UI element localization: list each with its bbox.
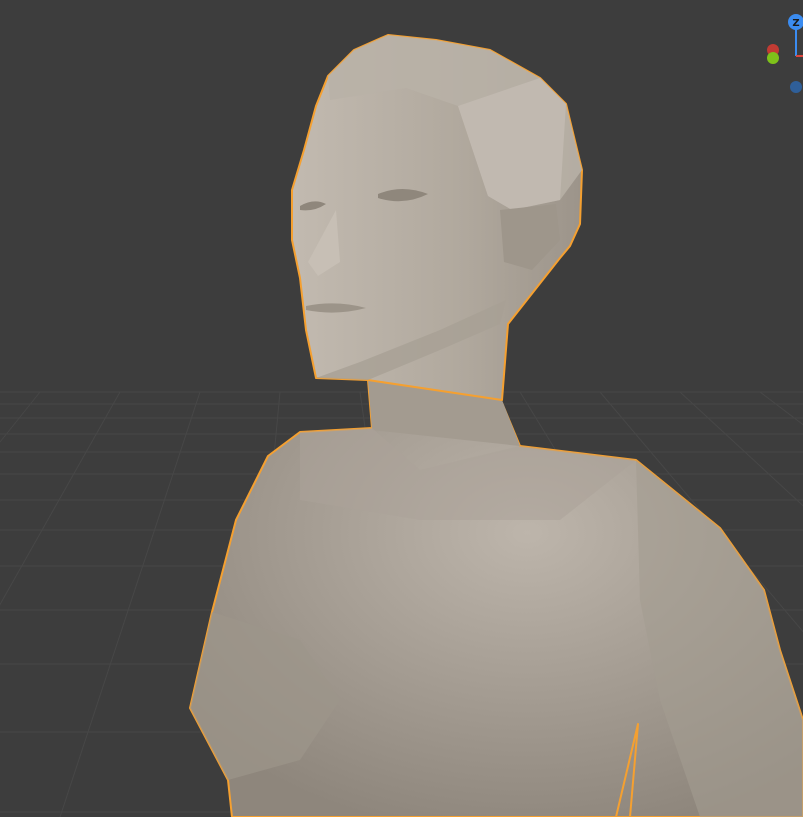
y-axis-button[interactable] bbox=[767, 52, 779, 64]
y-axis-negative-button[interactable] bbox=[790, 81, 802, 93]
selected-mesh-figure[interactable] bbox=[189, 34, 803, 817]
viewport-scene[interactable] bbox=[0, 0, 803, 817]
z-axis-label: Z bbox=[792, 18, 799, 29]
navigation-gizmo[interactable]: Z bbox=[755, 0, 803, 100]
3d-viewport[interactable]: Z bbox=[0, 0, 803, 817]
